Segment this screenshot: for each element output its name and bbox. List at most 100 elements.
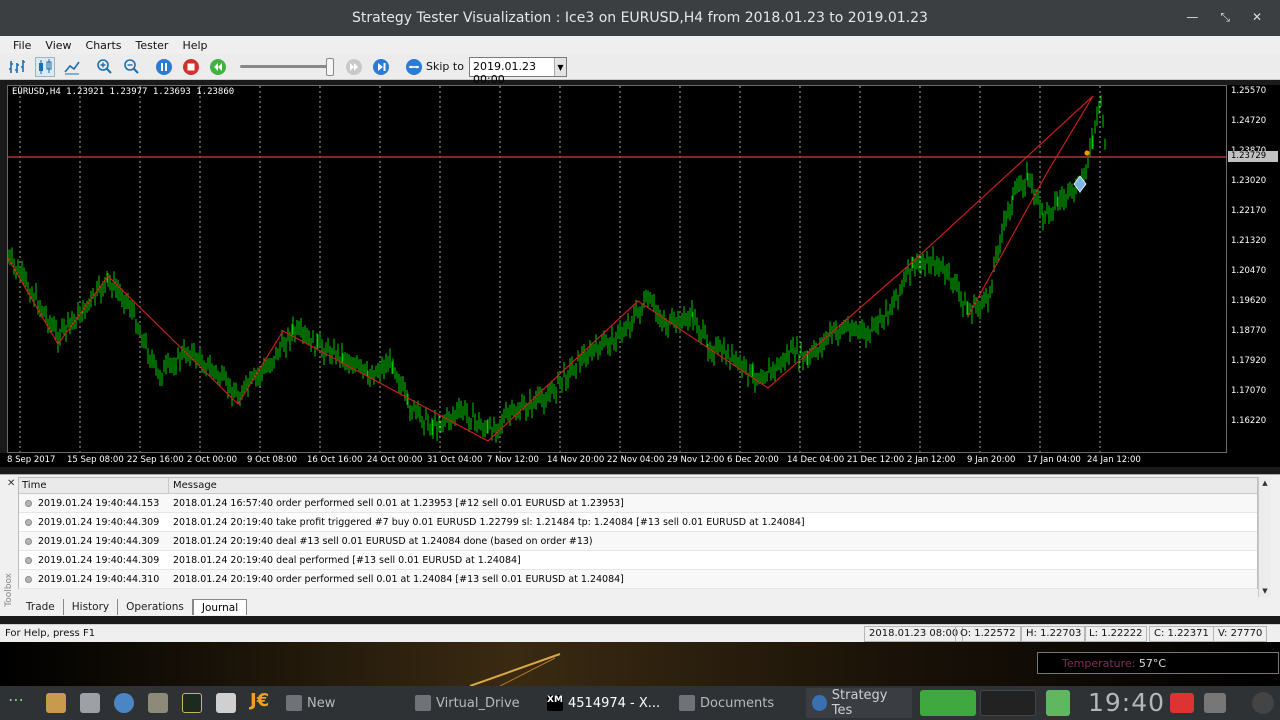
status-bar: For Help, press F1 2018.01.23 08:00 O: 1… [0, 624, 1280, 642]
bar-chart-icon[interactable] [7, 57, 27, 77]
taskbar: ⋯ J€ New Virtual_Drive XM 4514974 - X...… [0, 686, 1280, 720]
taskbar-clock[interactable]: 19:40 [1088, 688, 1165, 717]
chevron-down-icon[interactable]: ▼ [554, 58, 566, 76]
time-scale[interactable]: 8 Sep 2017 15 Sep 08:00 22 Sep 16:00 2 Oct … [0, 453, 1280, 467]
window-icon [415, 695, 431, 711]
step-forward-icon[interactable] [344, 57, 364, 77]
panel-close-icon[interactable]: ✕ [7, 478, 15, 489]
tab-trade[interactable]: Trade [18, 599, 64, 615]
desktop-background: Temperature: 57°C [0, 642, 1280, 686]
journal-row[interactable]: 2019.01.24 19:40:44.309 2018.01.24 20:19:… [19, 532, 1257, 551]
task-documents[interactable]: Documents [673, 688, 801, 718]
skip-to-icon[interactable] [404, 57, 424, 77]
file-manager-icon[interactable] [46, 693, 66, 713]
cpu-monitor-icon [920, 690, 976, 716]
menu-tester[interactable]: Tester [129, 39, 176, 52]
time-tick-label: 9 Jan 20:00 [967, 455, 1016, 465]
speed-slider-track[interactable] [240, 65, 334, 68]
journal-time: 2019.01.24 19:40:44.309 [38, 516, 160, 528]
current-price-label: 1.23729 [1228, 151, 1278, 162]
journal-message: 2018.01.24 20:19:40 deal #13 sell 0.01 E… [173, 535, 593, 547]
screen-record-icon[interactable] [1170, 693, 1194, 713]
status-close: C: 1.22371 [1149, 626, 1214, 642]
stop-icon[interactable] [181, 57, 201, 77]
task-new[interactable]: New [280, 688, 404, 718]
laptop-icon[interactable] [216, 693, 236, 713]
menu-charts[interactable]: Charts [79, 39, 129, 52]
time-tick-label: 7 Nov 12:00 [487, 455, 539, 465]
time-tick-label: 8 Sep 2017 [7, 455, 56, 465]
candlestick-icon[interactable] [35, 57, 55, 77]
scroll-down-icon[interactable]: ▼ [1259, 585, 1271, 597]
scroll-up-icon[interactable]: ▲ [1259, 477, 1271, 489]
price-tick-label: 1.23020 [1231, 176, 1267, 186]
status-open: O: 1.22572 [955, 626, 1021, 642]
journal-time-cell: 2019.01.24 19:40:44.310 [19, 570, 169, 588]
java-app-icon[interactable]: J€ [250, 690, 270, 711]
task-virtual-drive[interactable]: Virtual_Drive [409, 688, 535, 718]
status-low: L: 1.22222 [1084, 626, 1148, 642]
journal-time: 2019.01.24 19:40:44.310 [38, 573, 160, 585]
temperature-widget: Temperature: 57°C [1037, 652, 1279, 674]
battery-icon [1046, 690, 1070, 716]
journal-time: 2019.01.24 19:40:44.153 [38, 497, 160, 509]
time-tick-label: 24 Oct 00:00 [367, 455, 423, 465]
price-tick-label: 1.22170 [1231, 206, 1267, 216]
minimize-icon[interactable]: — [1186, 10, 1198, 25]
price-chart[interactable]: EURUSD,H4 1.23921 1.23977 1.23693 1.2386… [7, 85, 1227, 453]
journal-time-cell: 2019.01.24 19:40:44.309 [19, 551, 169, 569]
menu-file[interactable]: File [6, 39, 38, 52]
chart-symbol-ohlc: EURUSD,H4 1.23921 1.23977 1.23693 1.2386… [12, 87, 235, 97]
column-time[interactable]: Time [19, 478, 169, 493]
menu-bar: File View Charts Tester Help [0, 36, 1280, 54]
menu-help[interactable]: Help [175, 39, 214, 52]
status-datetime: 2018.01.23 08:00 [864, 626, 964, 642]
skip-to-button[interactable]: Skip to [426, 60, 464, 73]
trading-terminal-icon[interactable] [182, 693, 202, 713]
skip-end-icon[interactable] [371, 57, 391, 77]
skip-to-date-select[interactable]: 2019.01.23 00:00 ▼ [469, 57, 567, 86]
browser-icon[interactable] [114, 693, 134, 713]
journal-message: 2018.01.24 16:57:40 order performed sell… [173, 497, 624, 509]
tab-journal[interactable]: Journal [192, 599, 248, 615]
app-menu-icon[interactable]: ⋯ [8, 690, 28, 710]
journal-row[interactable]: 2019.01.24 19:40:44.309 2018.01.24 20:19:… [19, 551, 1257, 570]
close-icon[interactable]: ✕ [1252, 10, 1262, 25]
user-session-icon[interactable] [1252, 692, 1274, 714]
tab-history[interactable]: History [64, 599, 119, 615]
task-strategy-tester[interactable]: Strategy Tes [806, 688, 912, 718]
pause-icon[interactable] [154, 57, 174, 77]
journal-scrollbar[interactable]: ▲ ▼ [1258, 477, 1271, 597]
journal-header: Time Message [19, 478, 1257, 494]
journal-time-cell: 2019.01.24 19:40:44.153 [19, 494, 169, 512]
time-tick-label: 24 Jan 12:00 [1087, 455, 1141, 465]
text-editor-icon[interactable] [80, 693, 100, 713]
restore-icon[interactable]: ⤡ [1220, 10, 1230, 25]
journal-message: 2018.01.24 20:19:40 deal performed [#13 … [173, 554, 521, 566]
price-tick-label: 1.25570 [1231, 86, 1267, 96]
task-xm-terminal[interactable]: XM 4514974 - X... [541, 688, 667, 718]
time-tick-label: 17 Jan 04:00 [1027, 455, 1081, 465]
zoom-in-icon[interactable] [94, 57, 114, 77]
panel-tabs: Trade History Operations Journal [18, 599, 248, 615]
journal-time-cell: 2019.01.24 19:40:44.309 [19, 532, 169, 550]
temperature-label: Temperature: [1062, 657, 1136, 670]
zoom-out-icon[interactable] [121, 57, 141, 77]
journal-row[interactable]: 2019.01.24 19:40:44.310 2018.01.24 20:19:… [19, 570, 1257, 589]
time-tick-label: 2 Oct 00:00 [187, 455, 238, 465]
speed-slider-handle[interactable] [326, 58, 334, 76]
tab-operations[interactable]: Operations [118, 599, 193, 615]
line-chart-icon[interactable] [62, 57, 82, 77]
journal-row[interactable]: 2019.01.24 19:40:44.153 2018.01.24 16:57:… [19, 494, 1257, 513]
rewind-icon[interactable] [208, 57, 228, 77]
price-scale[interactable]: 1.255701.247201.238701.230201.221701.213… [1227, 85, 1280, 453]
column-message[interactable]: Message [169, 478, 1257, 493]
menu-view[interactable]: View [38, 39, 78, 52]
log-level-icon [25, 556, 32, 564]
journal-row[interactable]: 2019.01.24 19:40:44.309 2018.01.24 20:19:… [19, 513, 1257, 532]
chart-canvas[interactable] [8, 86, 1226, 452]
temperature-value: 57°C [1138, 657, 1167, 670]
calculator-icon[interactable] [148, 693, 168, 713]
time-tick-label: 9 Oct 08:00 [247, 455, 298, 465]
toolbox-label: Toolbox [4, 573, 14, 607]
